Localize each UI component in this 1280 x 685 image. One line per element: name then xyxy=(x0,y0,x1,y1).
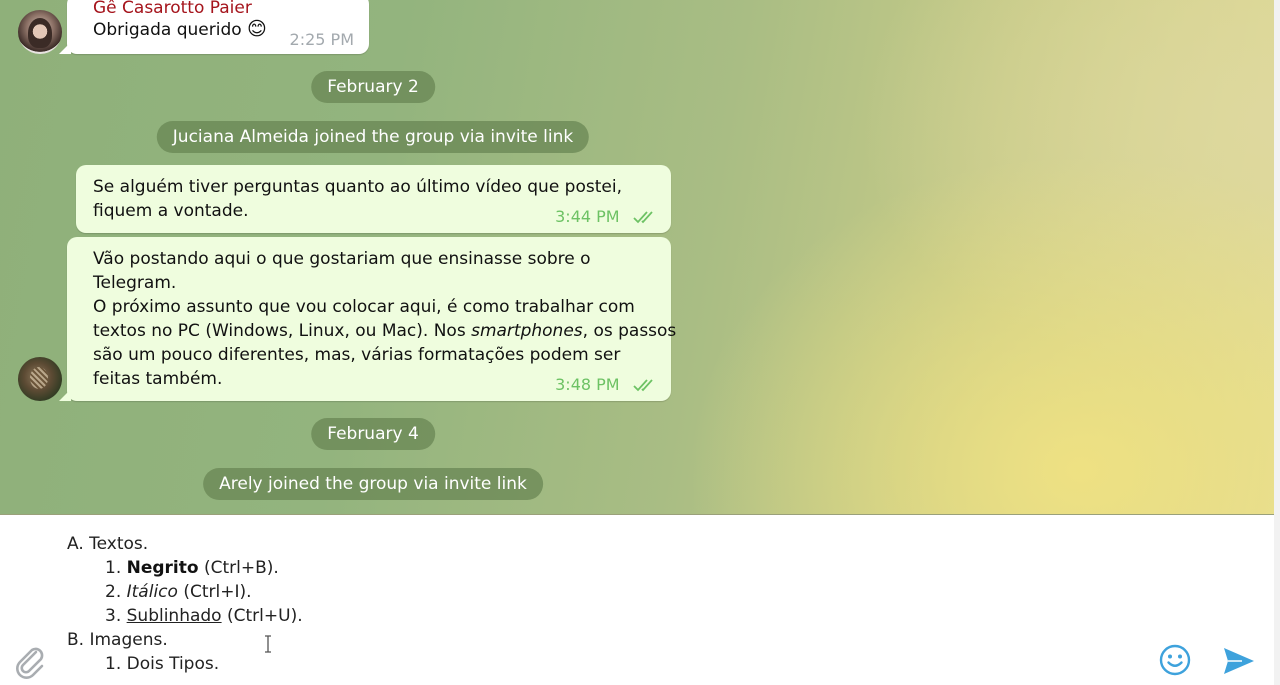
underlined-text: Sublinhado xyxy=(126,606,222,626)
service-message: Arely joined the group via invite link xyxy=(203,468,543,500)
list-marker: 2. xyxy=(105,582,127,602)
chat-history[interactable]: Gê Casarotto Paier Obrigada querido 😊 2:… xyxy=(0,0,1274,515)
avatar[interactable] xyxy=(18,10,62,54)
message-text-line: textos no PC (Windows, Linux, ou Mac). N… xyxy=(93,319,676,343)
list-marker: 1. xyxy=(105,654,127,674)
message-text-line: são um pouco diferentes, mas, várias for… xyxy=(93,345,621,365)
composer-text: Textos. xyxy=(89,534,149,554)
message-text-segment: textos no PC (Windows, Linux, ou Mac). N… xyxy=(93,321,472,341)
message-text-line: Se alguém tiver perguntas quanto ao últi… xyxy=(93,177,622,197)
composer-text: (Ctrl+U). xyxy=(221,606,303,626)
composer-line: 3. Sublinhado (Ctrl+U). xyxy=(67,604,303,628)
list-marker: B. xyxy=(67,630,90,650)
avatar[interactable] xyxy=(18,357,62,401)
message-time: 2:25 PM xyxy=(289,30,354,49)
message-text-segment: , os passos xyxy=(582,321,677,341)
message-text-line: Telegram. xyxy=(93,273,177,293)
composer-line: 2. Itálico (Ctrl+I). xyxy=(67,580,303,604)
text-cursor-icon xyxy=(265,635,271,653)
message-text-line: Vão postando aqui o que gostariam que en… xyxy=(93,249,591,269)
date-badge: February 4 xyxy=(311,418,435,450)
send-icon[interactable] xyxy=(1222,645,1256,677)
smiley-icon[interactable] xyxy=(1158,643,1192,677)
message-text-line: O próximo assunto que vou colocar aqui, … xyxy=(93,297,635,317)
composer-text: (Ctrl+I). xyxy=(177,582,252,602)
list-marker: 3. xyxy=(105,606,127,626)
smiley-emoji-icon: 😊 xyxy=(247,18,267,40)
italic-text: Itálico xyxy=(126,582,178,602)
composer-text: Dois Tipos. xyxy=(126,654,220,674)
message-time: 3:44 PM xyxy=(555,207,620,226)
italic-text: smartphones xyxy=(471,321,583,341)
bold-text: Negrito xyxy=(126,558,199,578)
message-text: Obrigada querido xyxy=(93,20,242,40)
composer-line: 1. Negrito (Ctrl+B). xyxy=(67,556,303,580)
paperclip-icon[interactable] xyxy=(14,645,46,679)
composer-line: 1. Dois Tipos. xyxy=(67,652,303,676)
message-bubble[interactable]: Se alguém tiver perguntas quanto ao últi… xyxy=(76,165,671,233)
date-badge: February 2 xyxy=(311,71,435,103)
double-check-icon xyxy=(633,211,653,224)
message-bubble[interactable]: Gê Casarotto Paier Obrigada querido 😊 2:… xyxy=(67,0,369,54)
composer-text: Imagens. xyxy=(89,630,168,650)
message-time: 3:48 PM xyxy=(555,375,620,394)
composer-line: A. Textos. xyxy=(67,532,303,556)
message-text-line: fiquem a vontade. xyxy=(93,201,249,221)
sender-name[interactable]: Gê Casarotto Paier xyxy=(93,0,252,18)
list-marker: 1. xyxy=(105,558,127,578)
service-message: Juciana Almeida joined the group via inv… xyxy=(156,121,590,153)
message-bubble[interactable]: Vão postando aqui o que gostariam que en… xyxy=(67,237,676,401)
scrollbar[interactable] xyxy=(1274,0,1280,685)
composer-text: (Ctrl+B). xyxy=(198,558,279,578)
double-check-icon xyxy=(633,379,653,392)
message-composer[interactable]: A. Textos. 1. Negrito (Ctrl+B). 2. Itáli… xyxy=(0,515,1274,685)
list-marker: A. xyxy=(67,534,90,554)
message-input[interactable]: A. Textos. 1. Negrito (Ctrl+B). 2. Itáli… xyxy=(67,532,303,676)
